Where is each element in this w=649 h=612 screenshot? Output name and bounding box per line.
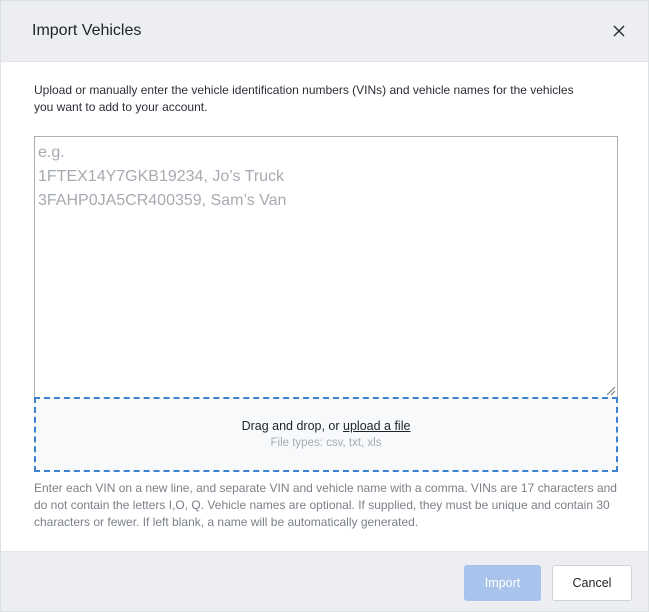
dropzone-text: Drag and drop, or upload a file (36, 419, 616, 433)
file-dropzone[interactable]: Drag and drop, or upload a file File typ… (34, 397, 618, 472)
close-icon (613, 25, 625, 37)
cancel-button[interactable]: Cancel (552, 565, 632, 601)
dialog-title: Import Vehicles (32, 22, 142, 39)
close-button[interactable] (607, 19, 631, 43)
file-types-text: File types: csv, txt, xls (270, 437, 382, 449)
import-button[interactable]: Import (464, 565, 541, 601)
upload-file-link[interactable]: upload a file (343, 419, 410, 433)
import-vehicles-dialog: Import Vehicles Upload or manually enter… (0, 0, 649, 612)
dropzone-prefix: Drag and drop, or (241, 419, 344, 433)
dialog-footer: Import Cancel (1, 551, 648, 611)
dialog-header: Import Vehicles (1, 1, 648, 62)
help-text: Enter each VIN on a new line, and separa… (34, 481, 617, 529)
vin-input[interactable] (34, 136, 618, 398)
intro-text: Upload or manually enter the vehicle ide… (34, 83, 574, 114)
resize-grip-icon[interactable] (604, 384, 616, 396)
